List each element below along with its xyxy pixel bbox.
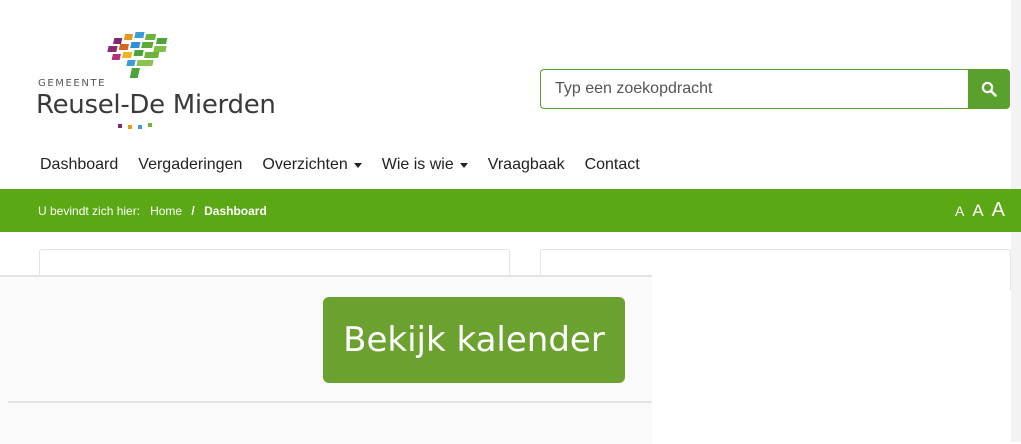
breadcrumb: U bevindt zich hier: Home / Dashboard	[38, 204, 267, 218]
nav-item-label: Vergaderingen	[138, 156, 243, 173]
font-size-small-button[interactable]: A	[955, 203, 964, 219]
view-calendar-button[interactable]: Bekijk kalender	[323, 297, 625, 383]
search-input[interactable]	[540, 69, 968, 109]
nav-item-label: Wie is wie	[381, 156, 454, 173]
font-size-medium-button[interactable]: A	[972, 201, 983, 221]
main-nav: Dashboard Vergaderingen Overzichten Wie …	[40, 156, 660, 174]
search-icon	[981, 81, 997, 97]
logo-tree-icon	[107, 32, 168, 78]
breadcrumb-home-link[interactable]: Home	[150, 204, 182, 218]
logo-subtitle: GEMEENTE	[38, 78, 107, 89]
breadcrumb-current: Dashboard	[204, 204, 267, 218]
nav-item-contact[interactable]: Contact	[585, 156, 640, 174]
nav-item-wie-is-wie[interactable]: Wie is wie	[382, 156, 468, 174]
logo-title: Reusel-De Mierden	[36, 90, 276, 120]
logo-dots-icon	[118, 123, 152, 129]
nav-item-dashboard[interactable]: Dashboard	[40, 156, 118, 174]
caret-down-icon	[353, 162, 362, 168]
search-button[interactable]	[968, 69, 1010, 109]
nav-item-vraagbaak[interactable]: Vraagbaak	[488, 156, 565, 174]
breadcrumb-prefix: U bevindt zich hier:	[38, 204, 141, 218]
breadcrumb-bar: U bevindt zich hier: Home / Dashboard A …	[0, 189, 1021, 232]
nav-item-label: Contact	[584, 156, 640, 173]
font-size-controls: A A A	[955, 199, 1005, 222]
municipality-logo[interactable]: GEMEENTE Reusel-De Mierden	[36, 30, 276, 135]
breadcrumb-separator: /	[191, 204, 195, 218]
nav-item-label: Overzichten	[262, 156, 348, 173]
nav-item-overzichten[interactable]: Overzichten	[262, 156, 362, 174]
nav-item-label: Dashboard	[40, 156, 119, 173]
divider	[8, 401, 652, 403]
nav-item-label: Vraagbaak	[487, 156, 565, 173]
calendar-panel: Bekijk kalender	[0, 275, 652, 444]
search-bar	[540, 69, 1010, 109]
font-size-large-button[interactable]: A	[992, 199, 1005, 222]
caret-down-icon	[459, 162, 468, 168]
nav-item-vergaderingen[interactable]: Vergaderingen	[138, 156, 242, 174]
